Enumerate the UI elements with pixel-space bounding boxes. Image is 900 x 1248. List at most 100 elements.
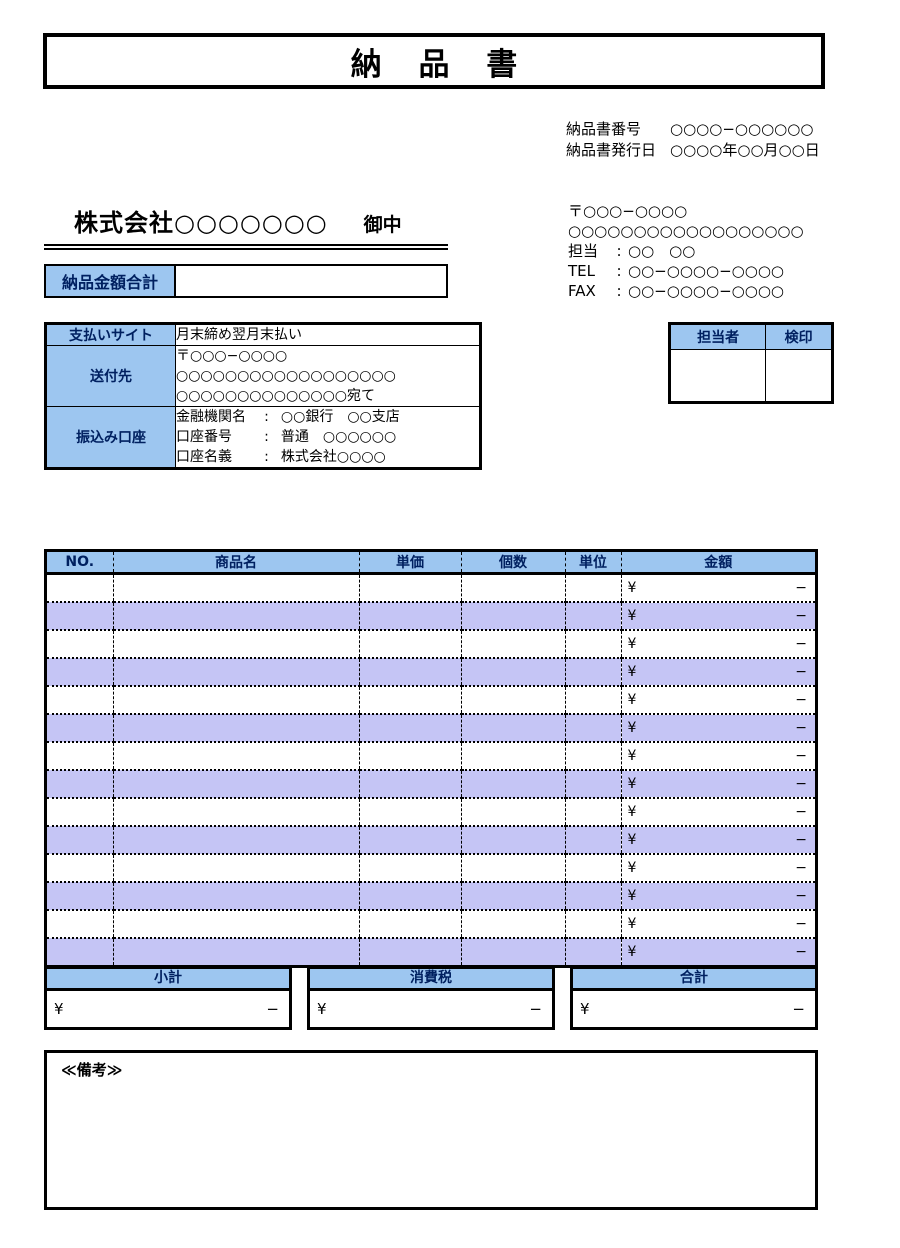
cell-qty[interactable] [461,602,566,631]
cell-no[interactable] [47,854,114,883]
cell-qty[interactable] [461,882,566,911]
cell-name[interactable] [113,882,360,911]
document-title-box: 納 品 書 [44,34,824,88]
cell-name[interactable] [113,573,360,603]
cell-no[interactable] [47,573,114,603]
cell-qty[interactable] [461,770,566,799]
cell-price[interactable] [359,798,462,827]
cell-name[interactable] [113,854,360,883]
cell-unit[interactable] [565,770,622,799]
cell-name[interactable] [113,742,360,771]
cell-price[interactable] [359,826,462,855]
approval-stamp-box: 担当者 検印 [668,322,834,404]
cell-no[interactable] [47,826,114,855]
cell-price[interactable] [359,742,462,771]
cell-price[interactable] [359,573,462,603]
amount-currency: ¥ [627,860,637,876]
remarks-box[interactable]: ≪備考≫ [44,1050,818,1210]
cell-no[interactable] [47,882,114,911]
cell-no[interactable] [47,938,114,965]
cell-no[interactable] [47,910,114,939]
cell-qty[interactable] [461,573,566,603]
cell-price[interactable] [359,658,462,687]
cell-qty[interactable] [461,938,566,965]
shipto-line-3: ○○○○○○○○○○○○○○宛て [176,388,376,404]
cell-amount[interactable]: ¥ − [621,910,815,939]
stamp-cell-person[interactable] [669,349,767,402]
cell-no[interactable] [47,770,114,799]
cell-price[interactable] [359,602,462,631]
cell-unit[interactable] [565,686,622,715]
cell-name[interactable] [113,826,360,855]
cell-unit[interactable] [565,714,622,743]
cell-qty[interactable] [461,826,566,855]
cell-amount[interactable]: ¥ − [621,630,815,659]
cell-amount[interactable]: ¥ − [621,658,815,687]
cell-name[interactable] [113,798,360,827]
cell-amount[interactable]: ¥ − [621,573,815,603]
cell-price[interactable] [359,686,462,715]
cell-amount[interactable]: ¥ − [621,826,815,855]
cell-amount[interactable]: ¥ − [621,770,815,799]
cell-name[interactable] [113,602,360,631]
cell-name[interactable] [113,770,360,799]
cell-amount[interactable]: ¥ − [621,714,815,743]
tax-value-cell[interactable]: ¥ − [310,991,552,1027]
cell-amount[interactable]: ¥ − [621,798,815,827]
cell-unit[interactable] [565,742,622,771]
cell-unit[interactable] [565,826,622,855]
cell-name[interactable] [113,630,360,659]
cell-name[interactable] [113,938,360,965]
stamp-cell-seal[interactable] [765,349,832,402]
cell-unit[interactable] [565,573,622,603]
recipient-honorific: 御中 [363,214,402,236]
cell-unit[interactable] [565,658,622,687]
cell-unit[interactable] [565,854,622,883]
cell-price[interactable] [359,910,462,939]
cell-price[interactable] [359,938,462,965]
items-header-no: NO. [47,552,114,575]
cell-amount[interactable]: ¥ − [621,938,815,965]
cell-no[interactable] [47,630,114,659]
cell-qty[interactable] [461,630,566,659]
subtotal-value-cell[interactable]: ¥ − [47,991,289,1027]
grandtotal-value-cell[interactable]: ¥ − [573,991,815,1027]
delivery-total-input[interactable] [176,266,446,296]
cell-name[interactable] [113,714,360,743]
cell-price[interactable] [359,770,462,799]
cell-unit[interactable] [565,938,622,965]
cell-no[interactable] [47,686,114,715]
cell-no[interactable] [47,714,114,743]
cell-qty[interactable] [461,742,566,771]
cell-qty[interactable] [461,798,566,827]
cell-name[interactable] [113,910,360,939]
sender-tel-colon: : [616,262,622,280]
cell-unit[interactable] [565,630,622,659]
cell-amount[interactable]: ¥ − [621,602,815,631]
cell-qty[interactable] [461,714,566,743]
cell-price[interactable] [359,854,462,883]
cell-no[interactable] [47,602,114,631]
cell-name[interactable] [113,658,360,687]
cell-no[interactable] [47,658,114,687]
cell-amount[interactable]: ¥ − [621,686,815,715]
cell-qty[interactable] [461,658,566,687]
cell-unit[interactable] [565,882,622,911]
cell-qty[interactable] [461,686,566,715]
cell-price[interactable] [359,882,462,911]
cell-unit[interactable] [565,602,622,631]
cell-price[interactable] [359,630,462,659]
cell-name[interactable] [113,686,360,715]
cell-unit[interactable] [565,910,622,939]
recipient-underline [44,244,448,250]
cell-unit[interactable] [565,798,622,827]
cell-amount[interactable]: ¥ − [621,882,815,911]
cell-no[interactable] [47,742,114,771]
cell-no[interactable] [47,798,114,827]
cell-qty[interactable] [461,854,566,883]
cell-amount[interactable]: ¥ − [621,854,815,883]
cell-price[interactable] [359,714,462,743]
cell-qty[interactable] [461,910,566,939]
cell-amount[interactable]: ¥ − [621,742,815,771]
subtotal-label: 小計 [47,969,289,991]
